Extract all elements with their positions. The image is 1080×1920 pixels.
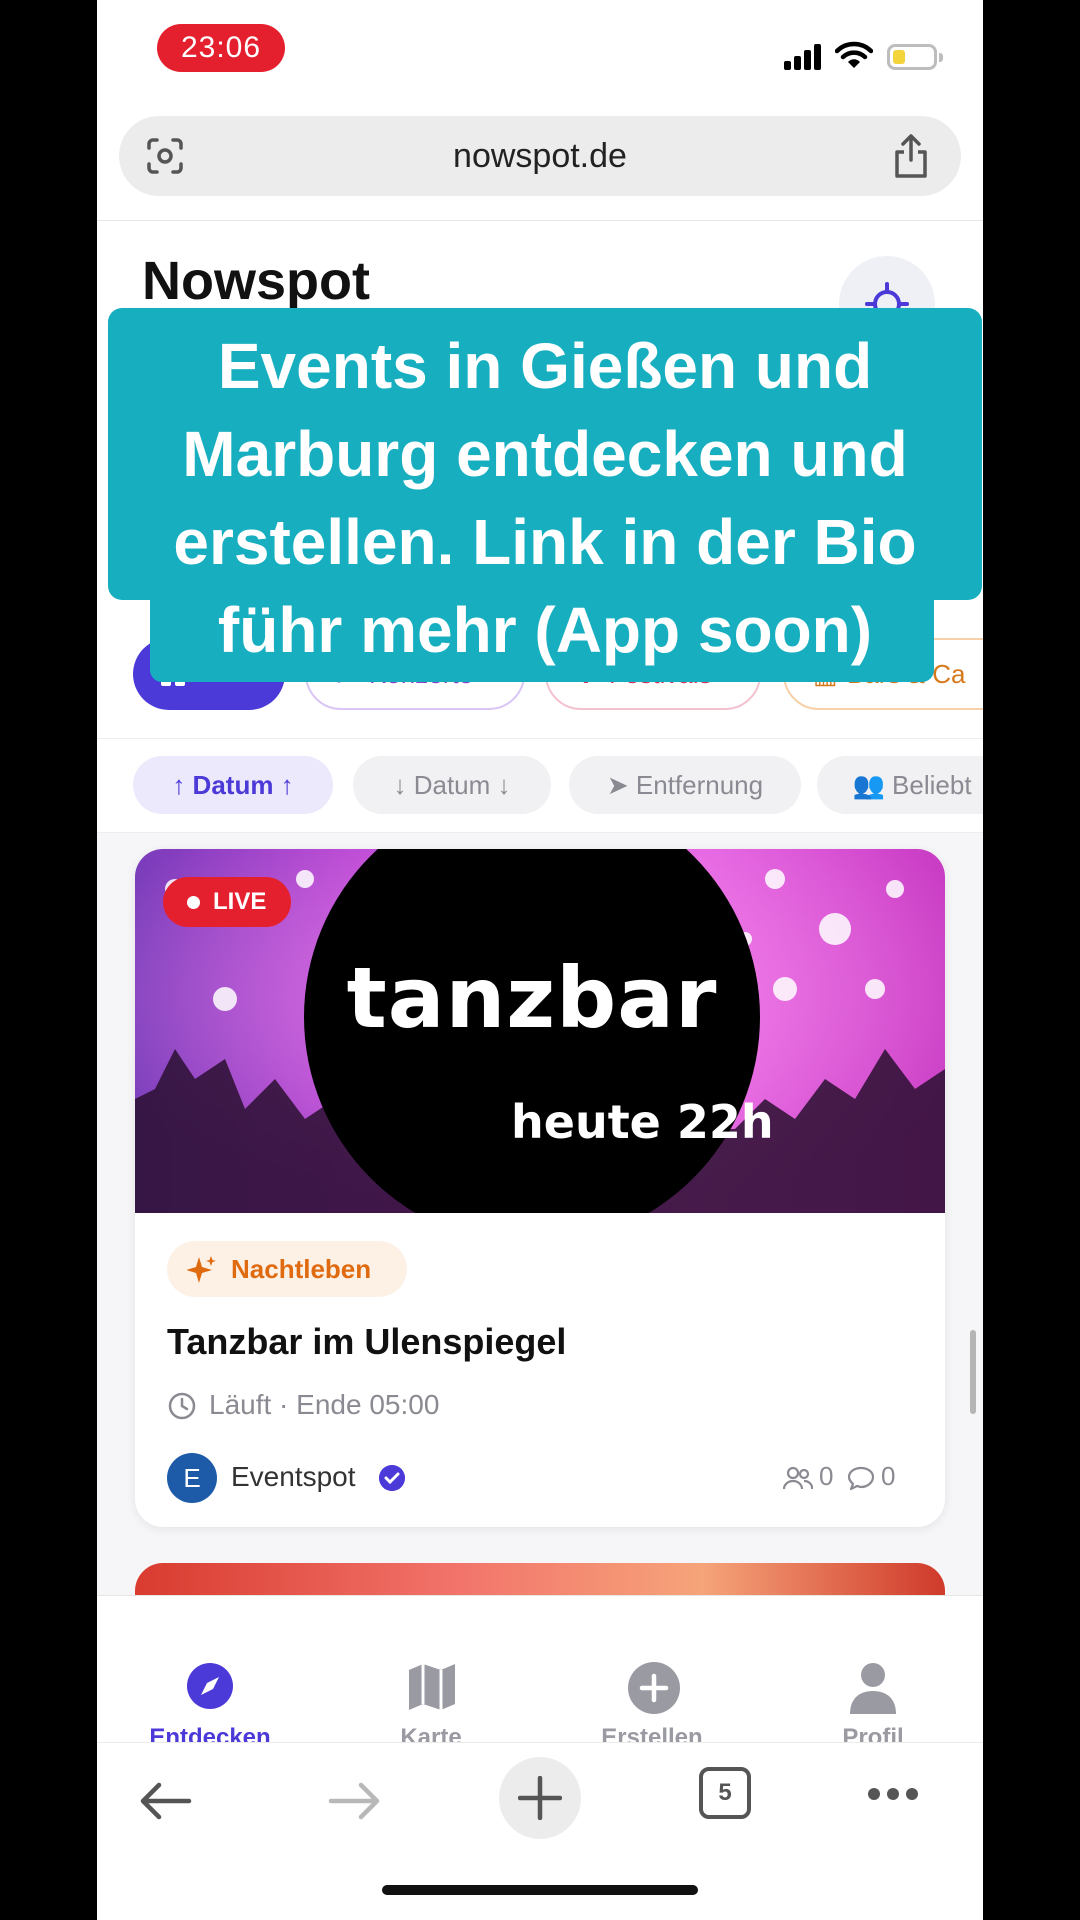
organizer-avatar[interactable]: E (167, 1453, 217, 1503)
screen: 23:06 nowspot.de Nowspot Ca ↑ Datum ↑ ↓ … (0, 0, 1080, 1920)
image-title: tanzbar (346, 949, 718, 1047)
phone-screen: 23:06 nowspot.de Nowspot Ca ↑ Datum ↑ ↓ … (97, 0, 983, 1920)
new-tab-button[interactable] (499, 1757, 581, 1839)
live-badge: LIVE (163, 877, 291, 927)
more-dots-icon[interactable] (867, 1787, 919, 1801)
event-title[interactable]: Tanzbar im Ulenspiegel (167, 1321, 566, 1363)
tab-karte[interactable]: Karte (351, 1626, 511, 1746)
participants-count: 0 (819, 1461, 834, 1491)
browser-toolbar: 5 (97, 1742, 983, 1920)
scrollbar[interactable] (970, 1330, 976, 1414)
tab-entdecken[interactable]: Entdecken (130, 1626, 290, 1746)
tab-profil[interactable]: Profil (793, 1626, 953, 1746)
event-card-next[interactable] (135, 1563, 945, 1595)
forward-arrow-icon[interactable] (327, 1781, 383, 1821)
participants-icon (783, 1466, 813, 1490)
navigation-arrow-icon: ➤ (606, 770, 636, 800)
address-bar[interactable]: nowspot.de (119, 116, 961, 196)
app-title: Nowspot (142, 251, 370, 311)
image-subtitle: heute 22h (511, 1095, 774, 1149)
home-indicator (382, 1885, 698, 1895)
comments-count: 0 (881, 1461, 896, 1491)
compass-icon (187, 1663, 233, 1709)
map-icon (409, 1664, 455, 1710)
plus-circle-icon (628, 1662, 680, 1714)
category-label: Nachtleben (231, 1254, 372, 1284)
tab-erstellen[interactable]: Erstellen (572, 1626, 732, 1746)
live-dot (187, 896, 200, 909)
battery-icon (887, 44, 943, 70)
event-image: LIVE tanzbar heute 22h (135, 849, 945, 1213)
user-icon (850, 1663, 896, 1714)
status-time: 23:06 (157, 24, 285, 72)
sort-popular[interactable]: 👥 Beliebt (817, 756, 983, 814)
signal-icon (784, 44, 824, 70)
status-bar: 23:06 (97, 0, 983, 100)
share-icon[interactable] (891, 132, 931, 180)
url-text[interactable]: nowspot.de (119, 116, 961, 196)
category-badge: Nachtleben (167, 1241, 407, 1297)
tabs-count-button[interactable]: 5 (699, 1767, 751, 1819)
sort-distance[interactable]: ➤ Entfernung (569, 756, 801, 814)
sort-label: Beliebt (892, 770, 972, 800)
event-feed: LIVE tanzbar heute 22h Nachtleben Tanzba… (97, 833, 983, 1595)
app-tab-bar: Entdecken Karte Erstellen Profil (97, 1595, 983, 1746)
event-time: Läuft · Ende 05:00 (209, 1389, 440, 1420)
people-icon: 👥 (852, 770, 893, 800)
sparkles-icon (187, 1256, 216, 1283)
wifi-icon (835, 41, 873, 68)
divider (97, 220, 983, 221)
live-label: LIVE (213, 888, 267, 915)
sort-date-descending[interactable]: ↓ Datum ↓ (353, 756, 551, 814)
divider (97, 738, 983, 739)
plus-icon (518, 1776, 562, 1820)
sort-label: Entfernung (635, 770, 764, 800)
back-arrow-icon[interactable] (137, 1781, 193, 1821)
sort-date-ascending[interactable]: ↑ Datum ↑ (133, 756, 333, 814)
verified-icon (379, 1465, 405, 1491)
comment-icon (847, 1466, 875, 1491)
event-card[interactable]: LIVE tanzbar heute 22h Nachtleben Tanzba… (135, 849, 945, 1527)
clock-icon (168, 1392, 196, 1420)
overlay-caption: Events in Gießen und Marburg entdecken u… (173, 330, 917, 666)
organizer-name[interactable]: Eventspot (231, 1461, 356, 1493)
